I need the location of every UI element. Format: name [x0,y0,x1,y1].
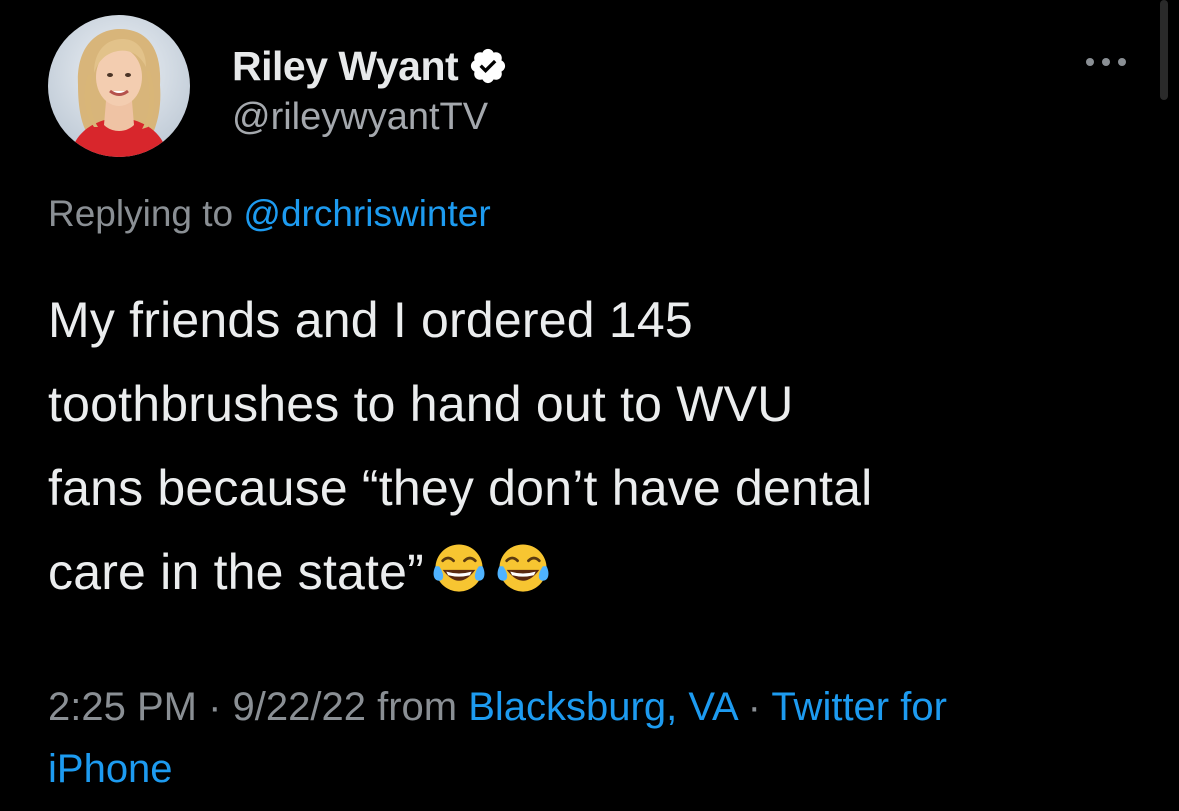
tweet-text-last-line: care in the state” [48,530,1128,614]
tweet-text-line: My friends and I ordered 145 [48,292,693,348]
verified-badge-icon [468,46,508,86]
face-with-tears-of-joy-icon [430,538,488,596]
tweet: Riley Wyant @rileywyantTV Replying to @d… [0,0,1179,811]
reply-context: Replying to @drchriswinter [48,193,491,235]
tweet-metadata-line: iPhone [48,738,1148,800]
reply-prefix: Replying to [48,193,244,234]
face-with-tears-of-joy-icon [494,538,552,596]
profile-photo-icon [48,15,190,157]
tweet-text-line: toothbrushes to hand out to WVU [48,376,794,432]
tweet-time[interactable]: 2:25 PM [48,685,197,729]
tweet-text: My friends and I ordered 145 toothbrushe… [48,278,1128,614]
tweet-text-line: care in the state” [48,544,425,600]
ellipsis-icon [1086,58,1126,66]
avatar[interactable] [48,15,190,157]
from-label: from [365,685,469,729]
more-options-button[interactable] [1084,52,1128,72]
tweet-metadata: 2:25 PM · 9/22/22 from Blacksburg, VA · … [48,676,1148,800]
user-handle[interactable]: @rileywyantTV [232,96,488,139]
location-link[interactable]: Blacksburg, VA [468,685,736,729]
name-row: Riley Wyant [232,38,508,94]
tweet-date[interactable]: 9/22/22 [233,685,366,729]
display-name[interactable]: Riley Wyant [232,43,459,90]
source-link-continued[interactable]: iPhone [48,747,173,791]
scrollbar[interactable] [1160,0,1168,100]
tweet-metadata-line: 2:25 PM · 9/22/22 from Blacksburg, VA · … [48,676,1148,738]
reply-to-handle-link[interactable]: @drchriswinter [243,193,490,234]
separator-dot: · [736,685,772,729]
source-link[interactable]: Twitter for [771,685,947,729]
separator-dot: · [196,685,233,729]
tweet-text-line: fans because “they don’t have dental [48,460,873,516]
